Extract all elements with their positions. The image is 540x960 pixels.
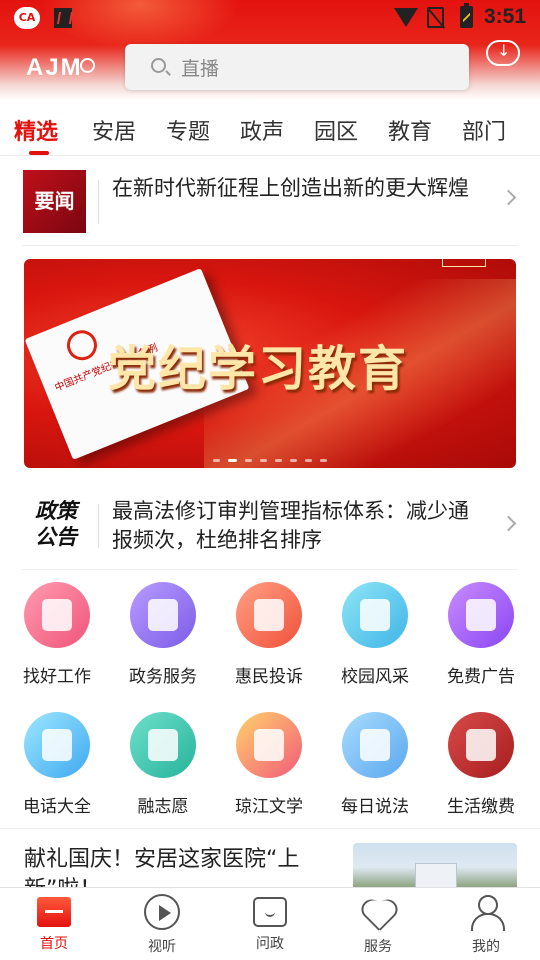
policy-badge-line2: 公告	[35, 525, 77, 549]
app-logo: AJM	[26, 54, 83, 81]
carousel-dot[interactable]	[305, 459, 312, 462]
service-label: 电话大全	[23, 797, 91, 817]
heart-icon	[360, 894, 396, 930]
chevron-right-icon[interactable]	[500, 189, 517, 206]
search-placeholder: 直播	[181, 58, 220, 80]
service-huimintousu[interactable]: 惠民投诉	[216, 582, 322, 687]
nav-label: 我的	[472, 939, 500, 955]
people-icon	[236, 582, 302, 648]
service-label: 融志愿	[137, 797, 189, 817]
policy-badge-line1: 政策	[35, 499, 77, 523]
nav-label: 视听	[148, 939, 176, 955]
tab-jingxuan[interactable]: 精选	[14, 114, 58, 146]
party-emblem-icon	[62, 325, 102, 365]
open-book-icon	[236, 712, 302, 778]
nav-label: 服务	[364, 939, 392, 955]
nav-video[interactable]: 视听	[122, 894, 202, 956]
service-label: 每日说法	[341, 797, 409, 817]
play-icon	[144, 894, 180, 930]
article-card[interactable]: 献礼国庆！安居这家医院“上新”啦！	[0, 828, 540, 888]
flame-icon	[448, 712, 514, 778]
home-icon	[37, 897, 71, 927]
bottom-navigation: 首页 视听 问政 服务 我的	[0, 887, 540, 960]
carousel-indicator	[24, 459, 516, 462]
service-shenghuojiaofei[interactable]: 生活缴费	[428, 712, 534, 817]
service-label: 校园风采	[341, 667, 409, 687]
article-title[interactable]: 献礼国庆！安居这家医院“上新”啦！	[24, 845, 330, 888]
nav-mine[interactable]: 我的	[446, 894, 526, 956]
service-qiongjiangwenxue[interactable]: 琼江文学	[216, 712, 322, 817]
service-xiaoyuanfengcai[interactable]: 校园风采	[322, 582, 428, 687]
no-sim-icon	[427, 7, 444, 28]
nav-label: 首页	[40, 936, 68, 952]
category-tabs: 精选 安居 专题 政声 园区 教育 部门	[0, 100, 540, 156]
wifi-icon	[394, 8, 418, 27]
app-header: CA 3:51 AJM 直播	[0, 0, 540, 100]
user-icon	[468, 894, 505, 931]
battery-charging-icon	[460, 3, 473, 28]
weather-icon[interactable]	[486, 40, 520, 66]
service-meirishuofa[interactable]: 每日说法	[322, 712, 428, 817]
policy-badge: 政策 公告	[26, 498, 86, 550]
clipboard-icon	[24, 582, 90, 648]
tab-zhuanti[interactable]: 专题	[166, 114, 210, 146]
search-bar[interactable]: 直播	[125, 44, 469, 90]
divider	[98, 180, 99, 224]
chat-icon	[253, 897, 287, 927]
carousel-dot[interactable]	[275, 459, 282, 462]
banner-carousel[interactable]: 中国共产党纪律处分条例 党纪学习教育	[24, 259, 516, 468]
chat-bubble-icon	[342, 712, 408, 778]
status-time: 3:51	[484, 5, 527, 28]
article-thumbnail[interactable]	[353, 843, 517, 888]
nav-service[interactable]: 服务	[338, 894, 418, 956]
policy-row[interactable]: 政策 公告 最高法修订审判管理指标体系：减少通报频次，杜绝排名排序	[22, 486, 518, 570]
status-bar: CA 3:51	[0, 0, 540, 36]
carousel-dot[interactable]	[213, 459, 220, 462]
service-label: 惠民投诉	[235, 667, 303, 687]
service-zhengwufuwu[interactable]: 政务服务	[110, 582, 216, 687]
tab-zhengsheng[interactable]: 政声	[240, 114, 284, 146]
tab-jiaoyu[interactable]: 教育	[388, 114, 432, 146]
tab-bumen[interactable]: 部门	[462, 114, 506, 146]
service-label: 政务服务	[129, 667, 197, 687]
tab-yuanqu[interactable]: 园区	[314, 114, 358, 146]
banner-tag	[442, 259, 486, 267]
carousel-dot[interactable]	[245, 459, 252, 462]
thumbs-up-icon	[448, 582, 514, 648]
nav-home[interactable]: 首页	[14, 894, 94, 953]
service-mianfeiguanggao[interactable]: 免费广告	[428, 582, 534, 687]
carousel-dot[interactable]	[290, 459, 297, 462]
pdf-notification-icon	[54, 8, 72, 28]
headline-badge: 要闻	[23, 170, 86, 233]
service-label: 找好工作	[23, 667, 91, 687]
books-icon	[342, 582, 408, 648]
carousel-dot[interactable]	[320, 459, 327, 462]
nav-label: 问政	[256, 936, 284, 952]
policy-text[interactable]: 最高法修订审判管理指标体系：减少通报频次，杜绝排名排序	[112, 497, 482, 555]
divider	[98, 504, 99, 548]
service-dianhuadaquan[interactable]: 电话大全	[4, 712, 110, 817]
headline-row[interactable]: 要闻 在新时代新征程上创造出新的更大辉煌	[22, 166, 518, 246]
service-label: 免费广告	[447, 667, 515, 687]
hand-icon	[130, 712, 196, 778]
nav-wenzheng[interactable]: 问政	[230, 894, 310, 953]
banner-title: 党纪学习教育	[108, 341, 409, 397]
carousel-dot[interactable]	[260, 459, 267, 462]
service-zhaohaogongzuo[interactable]: 找好工作	[4, 582, 110, 687]
headline-text[interactable]: 在新时代新征程上创造出新的更大辉煌	[112, 174, 482, 203]
service-rongzhiyuan[interactable]: 融志愿	[110, 712, 216, 817]
registered-mark-icon	[80, 58, 95, 73]
document-icon	[130, 582, 196, 648]
active-tab-indicator	[29, 151, 49, 155]
service-label: 生活缴费	[447, 797, 515, 817]
search-icon	[151, 58, 166, 73]
chevron-right-icon[interactable]	[500, 515, 517, 532]
phone-icon	[24, 712, 90, 778]
app-notification-icon: CA	[14, 7, 40, 29]
carousel-dot-active[interactable]	[228, 459, 237, 462]
tab-anju[interactable]: 安居	[92, 114, 136, 146]
service-label: 琼江文学	[235, 797, 303, 817]
